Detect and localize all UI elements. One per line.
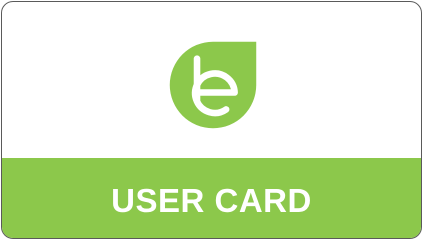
- leaf-e-logo-icon: [166, 38, 260, 132]
- title-band: USER CARD: [2, 158, 421, 238]
- card-title: USER CARD: [111, 182, 312, 219]
- user-card: USER CARD: [1, 1, 422, 239]
